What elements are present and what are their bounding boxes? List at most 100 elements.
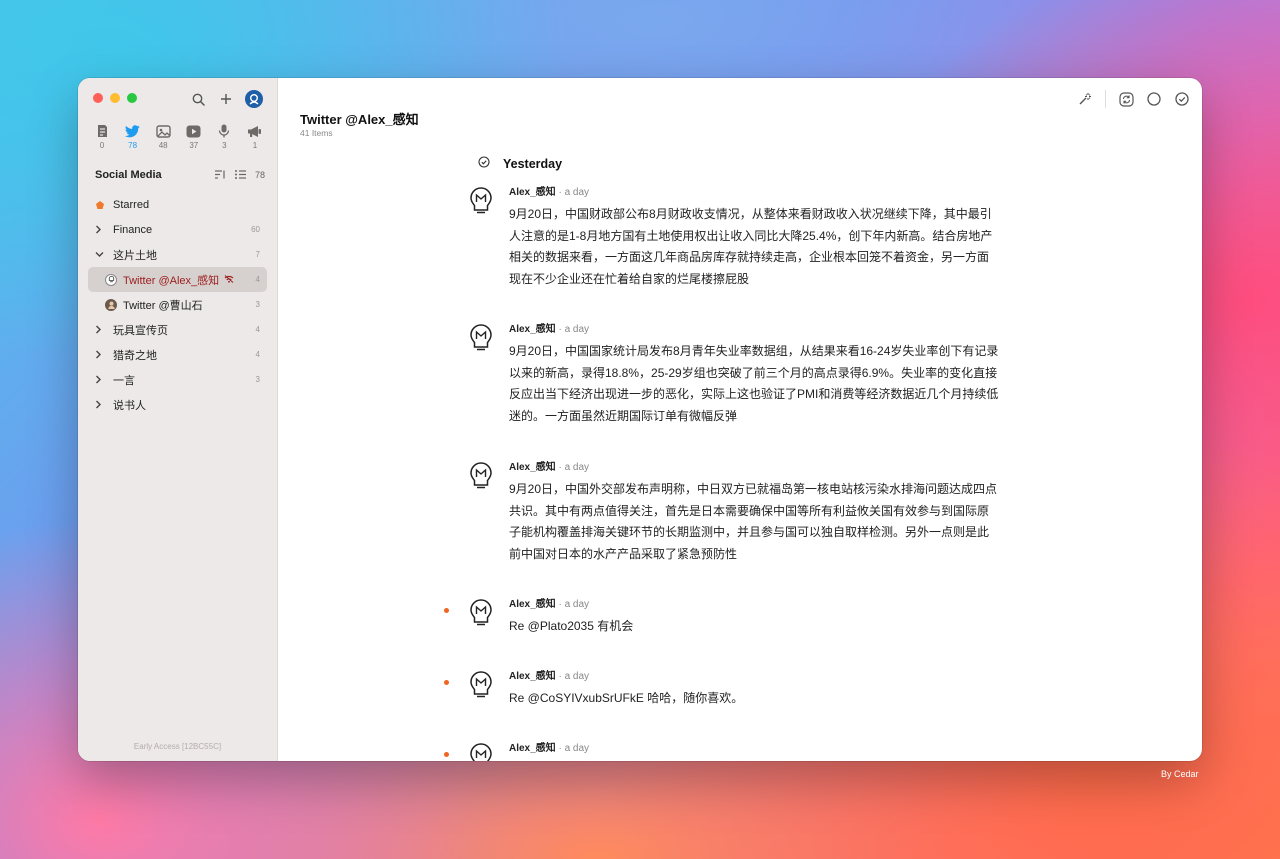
sidebar-item-finance[interactable]: Finance 60 (88, 217, 267, 242)
chevron-right-icon[interactable] (95, 225, 107, 234)
credit-label: By Cedar (1161, 769, 1199, 779)
sidebar-item-twitter-alex[interactable]: Twitter @Alex_感知 4 (88, 267, 267, 292)
entry-time: · a day (555, 671, 590, 682)
list-item[interactable]: Alex_感知 · a day (444, 742, 1008, 761)
sidebar-item-label: Finance (113, 223, 153, 236)
magic-wand-icon[interactable] (1077, 91, 1093, 107)
entry-author: Alex_感知 (509, 324, 556, 335)
item-count: 41 Items (300, 128, 333, 138)
feed-type-count: 48 (158, 141, 168, 150)
minimize-window-button[interactable] (110, 93, 120, 103)
chevron-right-icon[interactable] (95, 350, 107, 359)
sidebar-item-label: 说书人 (113, 399, 146, 412)
sidebar-item-count: 4 (255, 275, 260, 284)
chevron-right-icon[interactable] (95, 325, 107, 334)
entry-text: 9月20日，中国财政部公布8月财政收支情况，从整体来看财政收入状况继续下降，其中… (509, 207, 993, 287)
list-item[interactable]: Alex_感知 · a day 9月20日，中国国家统计局发布8月青年失业率数据… (468, 323, 1008, 428)
entry-text: Re @Plato2035 有机会 (509, 619, 634, 633)
feed-type-articles[interactable]: 0 (90, 124, 114, 150)
sidebar-item-folder-toys[interactable]: 玩具宣传页 4 (88, 317, 267, 342)
main-toolbar (1077, 90, 1190, 108)
sidebar-nav: Starred Finance 60 这片土地 7 Twitter @Alex_… (88, 192, 267, 417)
entry-author: Alex_感知 (509, 187, 556, 198)
sidebar-item-label: 猎奇之地 (113, 349, 157, 362)
entry-time: · a day (555, 187, 590, 198)
sidebar: 0 78 48 37 3 1 Social Media 78 Starred F… (78, 78, 278, 761)
list-item[interactable]: Alex_感知 · a day 9月20日，中国外交部发布声明称，中日双方已就福… (468, 461, 1008, 566)
feed-type-count: 3 (222, 141, 227, 150)
date-group-label: Yesterday (503, 157, 563, 171)
sidebar-item-folder-land[interactable]: 这片土地 7 (88, 242, 267, 267)
entry-author: Alex_感知 (509, 599, 556, 610)
sidebar-item-count: 60 (251, 225, 260, 234)
feed-avatar-icon (105, 273, 117, 286)
feed-type-videos[interactable]: 37 (182, 124, 206, 150)
entry-text: 9月20日，中国国家统计局发布8月青年失业率数据组，从结果来看16-24岁失业率… (509, 344, 999, 424)
entry-time: · a day (555, 743, 590, 754)
sidebar-item-label: 玩具宣传页 (113, 324, 168, 337)
entry-text: 9月20日，中国外交部发布声明称，中日双方已就福岛第一核电站核污染水排海问题达成… (509, 482, 998, 562)
section-title: Social Media (95, 169, 162, 181)
mark-all-read-icon[interactable] (1174, 91, 1190, 107)
feed-type-social[interactable]: 78 (121, 124, 145, 150)
sidebar-item-starred[interactable]: Starred (88, 192, 267, 217)
window-controls (93, 93, 137, 103)
sidebar-item-folder-yiyan[interactable]: 一言 3 (88, 367, 267, 392)
feed-type-pictures[interactable]: 48 (151, 124, 175, 150)
entry-time: · a day (555, 324, 590, 335)
search-icon[interactable] (189, 90, 207, 108)
unread-indicator (444, 752, 449, 757)
feed-type-count: 0 (99, 141, 105, 150)
image-icon (155, 124, 171, 138)
article-icon (94, 124, 110, 138)
sidebar-item-twitter-caoshanshi[interactable]: Twitter @曹山石 3 (88, 292, 267, 317)
entry-author: Alex_感知 (509, 671, 556, 682)
author-avatar-icon (470, 743, 492, 761)
list-item[interactable]: Alex_感知 · a day 9月20日，中国财政部公布8月财政收支情况，从整… (468, 186, 1008, 291)
feed-type-notifications[interactable]: 1 (243, 124, 267, 150)
feed-type-count: 1 (252, 141, 258, 150)
date-group-header: Yesterday (478, 155, 562, 173)
page-title: Twitter @Alex_感知 (300, 112, 419, 127)
unread-indicator (444, 680, 449, 685)
entry-list: Twitter @Alex_感知 41 Items Yesterday Alex… (278, 78, 1202, 761)
chevron-right-icon[interactable] (95, 400, 107, 409)
author-avatar-icon (470, 187, 492, 214)
sidebar-item-folder-storyteller[interactable]: 说书人 (88, 392, 267, 417)
entry-time: · a day (555, 599, 590, 610)
circle-icon[interactable] (1146, 91, 1162, 107)
toolbar-divider (1105, 90, 1106, 108)
build-version-label: Early Access [12BC55C] (133, 742, 222, 751)
account-avatar-icon[interactable] (245, 90, 263, 108)
refresh-icon[interactable] (1118, 91, 1134, 107)
sidebar-item-label: 这片土地 (113, 249, 157, 262)
star-icon (95, 200, 107, 210)
add-icon[interactable] (217, 90, 235, 108)
feed-type-count: 78 (128, 141, 138, 150)
sidebar-item-label: Twitter @Alex_感知 (123, 274, 220, 287)
list-item[interactable]: Alex_感知 · a day Re @Plato2035 有机会 (444, 598, 1008, 638)
close-window-button[interactable] (93, 93, 103, 103)
chevron-right-icon[interactable] (95, 375, 107, 384)
check-circle-icon[interactable] (478, 155, 490, 173)
sidebar-item-count: 3 (255, 300, 260, 309)
sidebar-top-actions (189, 90, 263, 108)
chevron-down-icon[interactable] (95, 251, 107, 258)
feed-type-count: 37 (189, 141, 199, 150)
feed-type-podcasts[interactable]: 3 (212, 124, 236, 150)
sidebar-item-label: Twitter @曹山石 (123, 299, 203, 312)
author-avatar-icon (470, 671, 492, 698)
entry-text: Re @CoSYIVxubSrUFkE 哈哈，随你喜欢。 (509, 691, 744, 705)
sort-icon[interactable] (214, 169, 226, 181)
sidebar-item-folder-curiosity[interactable]: 猎奇之地 4 (88, 342, 267, 367)
list-item[interactable]: Alex_感知 · a day Re @CoSYIVxubSrUFkE 哈哈，随… (444, 670, 1008, 710)
zoom-window-button[interactable] (127, 93, 137, 103)
entry-author: Alex_感知 (509, 462, 556, 473)
entry-author: Alex_感知 (509, 743, 556, 754)
author-avatar-icon (470, 462, 492, 489)
app-window: 0 78 48 37 3 1 Social Media 78 Starred F… (78, 78, 1202, 761)
sidebar-item-label: 一言 (113, 374, 135, 387)
sidebar-item-count: 4 (255, 325, 260, 334)
sidebar-item-count: 3 (255, 375, 260, 384)
list-view-icon[interactable] (234, 169, 246, 181)
